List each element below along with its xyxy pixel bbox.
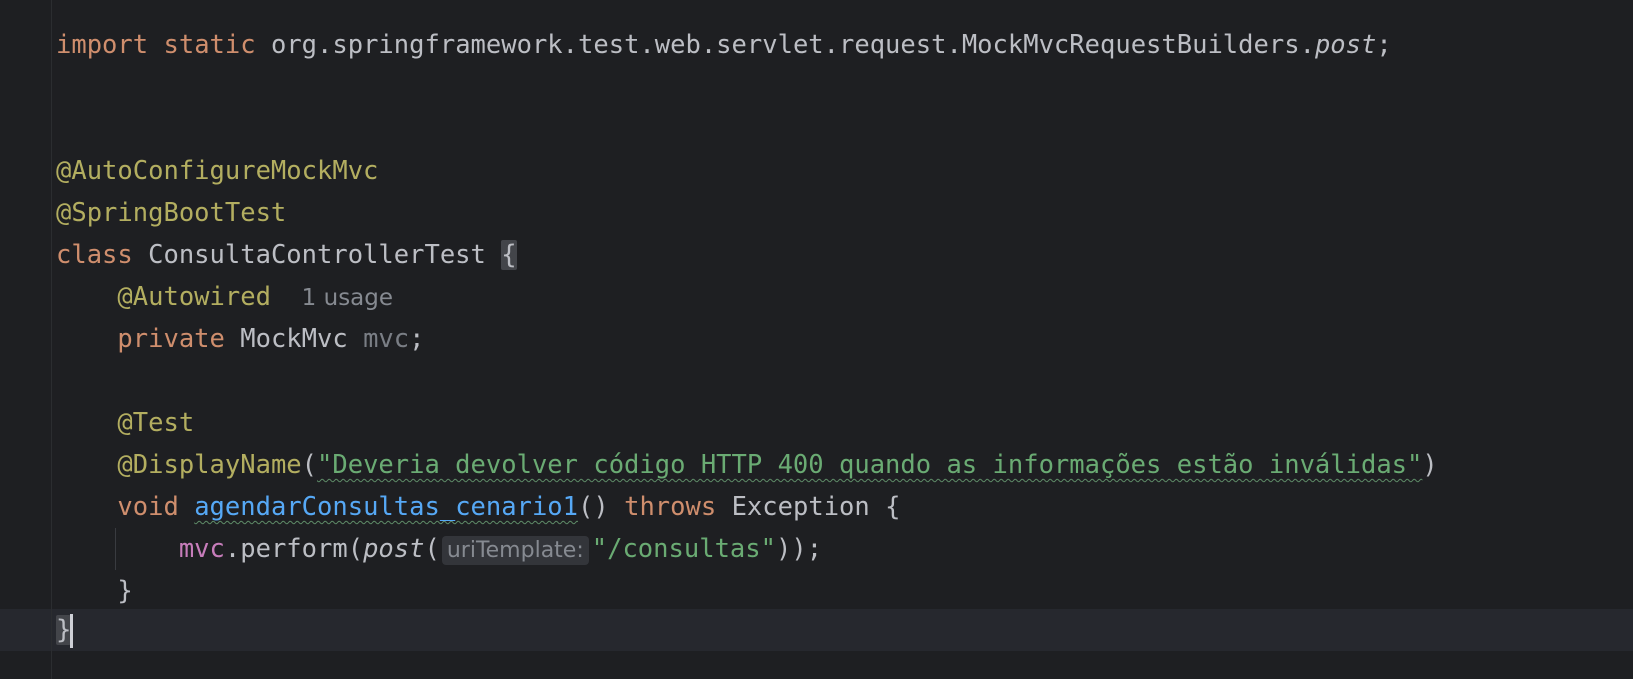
keyword-private: private [117, 324, 225, 354]
annotation-autoconfiguremockmvc: @AutoConfigureMockMvc [56, 156, 379, 186]
class-close-brace: } [56, 615, 72, 645]
open-paren: ( [301, 450, 318, 480]
class-name: ConsultaControllerTest [148, 240, 486, 270]
code-line-class-declaration[interactable]: class ConsultaControllerTest { [56, 234, 517, 276]
keyword-import: import [56, 30, 149, 60]
semicolon: ; [409, 324, 425, 354]
usage-hint[interactable]: 1 usage [302, 285, 393, 311]
field-type: MockMvc [240, 324, 348, 354]
code-line-method-declaration[interactable]: void agendarConsultas_cenario1() throws … [56, 486, 900, 528]
code-editor[interactable]: import static org.springframework.test.w… [0, 0, 1633, 679]
import-package: org.springframework.test.web.servlet.req… [270, 30, 1315, 60]
code-line-perform-call[interactable]: mvc.perform(post(uriTemplate: "/consultas… [56, 528, 822, 570]
mvc-field-ref: mvc [178, 534, 225, 564]
code-line-test-annotation[interactable]: @Test [56, 402, 194, 444]
annotation-springboottest: @SpringBootTest [56, 198, 287, 228]
code-line-autowired[interactable]: @Autowired 1 usage [56, 276, 393, 318]
open-paren: ( [424, 534, 440, 564]
annotation-autowired: @Autowired [117, 282, 271, 312]
uri-string: "/consultas" [591, 534, 776, 564]
code-line-annotation-autoconfigure[interactable]: @AutoConfigureMockMvc [56, 150, 378, 192]
code-line-class-close[interactable]: } [56, 609, 74, 651]
keyword-throws: throws [624, 492, 717, 522]
close-paren: ) [1422, 450, 1438, 480]
gutter-divider [51, 0, 52, 679]
import-method: post [1314, 30, 1377, 60]
text-caret [70, 614, 74, 648]
method-name: agendarConsultas_cenario1 [194, 492, 579, 522]
perform-call: .perform( [224, 534, 364, 564]
class-open-brace: { [501, 240, 517, 270]
code-line-annotation-springboottest[interactable]: @SpringBootTest [56, 192, 286, 234]
code-line-field-declaration[interactable]: private MockMvc mvc; [56, 318, 425, 360]
current-line-highlight [0, 609, 1633, 651]
display-name-string: "Deveria devolver código HTTP 400 quando… [317, 450, 1423, 480]
keyword-void: void [117, 492, 179, 522]
post-call: post [363, 534, 425, 564]
method-close-brace: } [117, 576, 133, 606]
code-line-displayname[interactable]: @DisplayName("Deveria devolver código HT… [56, 444, 1438, 486]
keyword-class: class [56, 240, 133, 270]
annotation-test: @Test [117, 408, 195, 438]
code-line-import[interactable]: import static org.springframework.test.w… [56, 24, 1392, 66]
method-open-brace: { [885, 492, 901, 522]
keyword-static: static [163, 30, 256, 60]
annotation-displayname: @DisplayName [117, 450, 302, 480]
field-name: mvc [363, 324, 410, 354]
closing-parens: )); [775, 534, 823, 564]
exception-type: Exception [731, 492, 870, 522]
code-line-method-close[interactable]: } [56, 570, 133, 612]
parameter-hint-uritemplate[interactable]: uriTemplate: [441, 536, 589, 565]
method-parens: () [578, 492, 609, 522]
semicolon: ; [1376, 30, 1392, 60]
